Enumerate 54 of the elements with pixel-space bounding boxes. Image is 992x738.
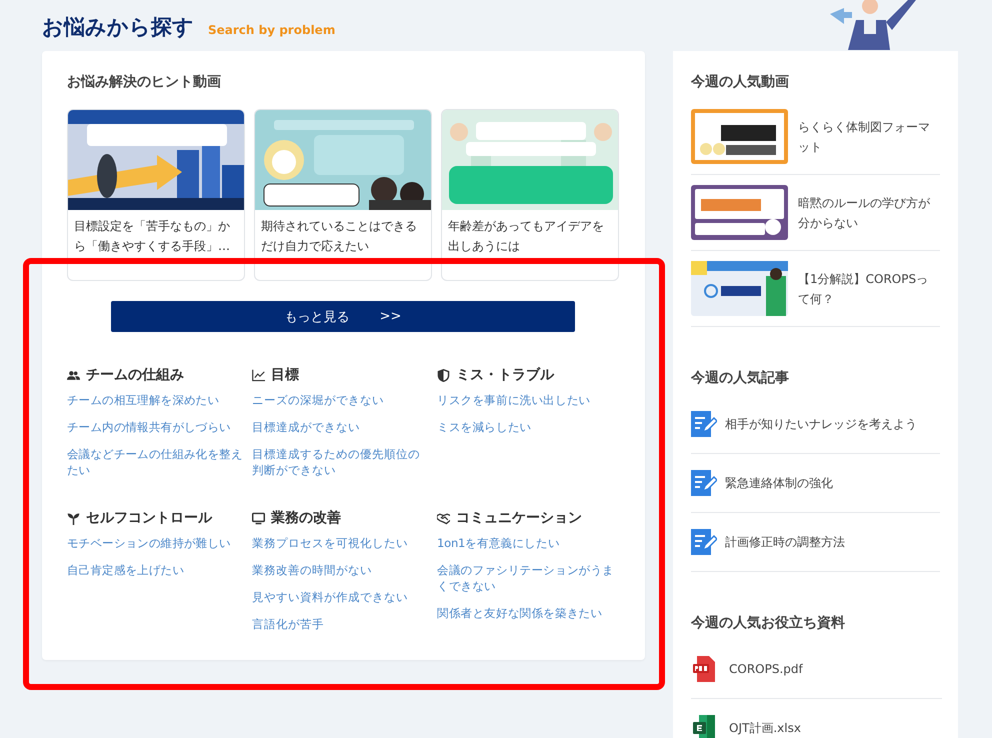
video-card[interactable]: 年齢差があってもアイデアを出しあうには bbox=[441, 109, 619, 281]
category-title: 目標 bbox=[271, 366, 299, 384]
video-card[interactable]: 期待されていることはできるだけ自力で応えたい bbox=[254, 109, 432, 281]
problem-link[interactable]: 会議のファシリテーションがうまくできない bbox=[437, 562, 621, 594]
problem-link[interactable]: 言語化が苦手 bbox=[252, 616, 430, 632]
problem-link[interactable]: 関係者と友好な関係を築きたい bbox=[437, 605, 621, 621]
pdf-file-icon bbox=[693, 656, 715, 682]
category-title: セルフコントロール bbox=[86, 509, 212, 527]
category-title: 業務の改善 bbox=[271, 509, 341, 527]
video-card[interactable]: 目標設定を「苦手なもの」から「働きやすくする手段」… bbox=[67, 109, 245, 281]
video-link[interactable]: 【1分解説】COROPSって何？ bbox=[798, 268, 940, 308]
problem-link[interactable]: チーム内の情報共有がしづらい bbox=[67, 419, 243, 435]
shield-icon bbox=[437, 368, 450, 382]
category-title: チームの仕組み bbox=[86, 366, 184, 384]
category-title: コミュニケーション bbox=[456, 509, 582, 527]
section-subtitle: Search by problem bbox=[208, 23, 336, 37]
problem-link[interactable]: 見やすい資料が作成できない bbox=[252, 589, 430, 605]
problem-link[interactable]: 業務プロセスを可視化したい bbox=[252, 535, 430, 551]
problem-link[interactable]: チームの相互理解を深めたい bbox=[67, 392, 243, 408]
problem-link[interactable]: 業務改善の時間がない bbox=[252, 562, 430, 578]
document-edit-icon bbox=[691, 411, 717, 437]
sidebar-heading: 今週の人気お役立ち資料 bbox=[691, 614, 846, 632]
problem-link[interactable]: 会議などチームの仕組み化を整えたい bbox=[67, 446, 243, 478]
people-icon bbox=[67, 368, 80, 382]
sprout-icon bbox=[67, 512, 80, 524]
problem-link[interactable]: ニーズの深堀ができない bbox=[252, 392, 430, 408]
video-caption: 年齢差があってもアイデアを出しあうには bbox=[447, 218, 605, 255]
problem-link[interactable]: モチベーションの維持が難しい bbox=[67, 535, 243, 551]
file-link[interactable]: OJT計画.xlsx bbox=[729, 718, 801, 738]
problem-link[interactable]: ミスを減らしたい bbox=[437, 419, 621, 435]
handshake-icon bbox=[437, 512, 450, 524]
article-link[interactable]: 相手が知りたいナレッジを考えよう bbox=[725, 414, 917, 434]
more-button[interactable]: もっと見る >> bbox=[111, 301, 575, 332]
article-link[interactable]: 緊急連絡体制の強化 bbox=[725, 473, 833, 493]
section-title: お悩みから探す bbox=[42, 14, 194, 38]
video-link[interactable]: らくらく体制図フォーマット bbox=[798, 116, 940, 156]
chart-icon bbox=[252, 368, 265, 382]
document-edit-icon bbox=[691, 529, 717, 555]
category-title: ミス・トラブル bbox=[456, 366, 554, 384]
sidebar-heading: 今週の人気動画 bbox=[691, 73, 790, 91]
video-caption: 目標設定を「苦手なもの」から「働きやすくする手段」… bbox=[73, 218, 231, 255]
file-link[interactable]: COROPS.pdf bbox=[729, 659, 803, 679]
problem-link[interactable]: 目標達成するための優先順位の判断ができない bbox=[252, 446, 430, 478]
sidebar-heading: 今週の人気記事 bbox=[691, 369, 790, 387]
problem-link[interactable]: 自己肯定感を上げたい bbox=[67, 562, 243, 578]
monitor-icon bbox=[252, 512, 265, 524]
problem-link[interactable]: リスクを事前に洗い出したい bbox=[437, 392, 621, 408]
video-caption: 期待されていることはできるだけ自力で応えたい bbox=[260, 218, 418, 255]
video-link[interactable]: 暗黙のルールの学び方が分からない bbox=[798, 192, 940, 232]
article-link[interactable]: 計画修正時の調整方法 bbox=[725, 532, 845, 552]
problem-link[interactable]: 1on1を有意義にしたい bbox=[437, 535, 621, 551]
card-heading: お悩み解決のヒント動画 bbox=[67, 73, 222, 91]
document-edit-icon bbox=[691, 470, 717, 496]
problem-link[interactable]: 目標達成ができない bbox=[252, 419, 430, 435]
